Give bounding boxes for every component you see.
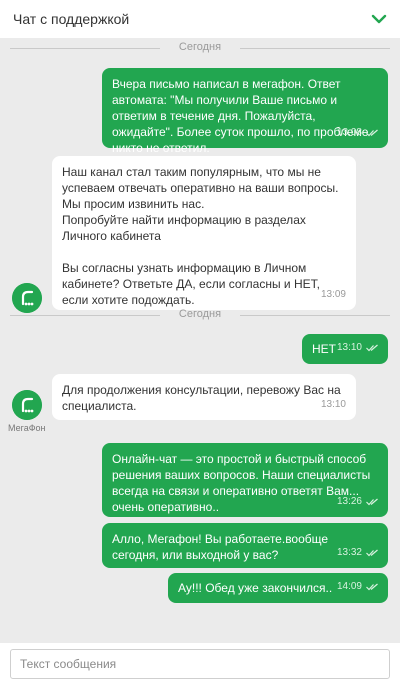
message-bubble-outgoing: Алло, Мегафон! Вы работаете.вообще сегод… bbox=[102, 523, 388, 568]
message-meta: 13:08 bbox=[337, 125, 378, 141]
message-time: 14:09 bbox=[336, 581, 362, 592]
message-time: 13:09 bbox=[320, 289, 346, 300]
date-separator-label: Сегодня bbox=[178, 308, 222, 320]
message-text: Вчера письмо написал в мегафон. Ответ ав… bbox=[112, 77, 369, 155]
message-meta: 14:09 bbox=[337, 579, 378, 595]
message-time: 13:10 bbox=[336, 342, 362, 353]
double-check-icon bbox=[366, 498, 378, 506]
double-check-icon bbox=[366, 583, 378, 591]
chat-header[interactable]: Чат с поддержкой bbox=[0, 0, 400, 38]
message-bubble-incoming: Наш канал стал таким популярным, что мы … bbox=[52, 156, 356, 310]
double-check-icon bbox=[366, 549, 378, 557]
message-bubble-outgoing: НЕТ 13:10 bbox=[302, 334, 388, 364]
message-text: Наш канал стал таким популярным, что мы … bbox=[62, 165, 339, 307]
message-time: 13:32 bbox=[336, 547, 362, 558]
chat-title: Чат с поддержкой bbox=[13, 11, 130, 27]
message-input[interactable] bbox=[10, 649, 390, 679]
chat-history[interactable]: Сегодня Вчера письмо написал в мегафон. … bbox=[0, 38, 400, 638]
message-meta: 13:26 bbox=[337, 494, 378, 510]
date-separator-label: Сегодня bbox=[178, 41, 222, 53]
message-meta: 13:10 bbox=[337, 340, 378, 356]
avatar-caption: МегаФон bbox=[8, 423, 46, 433]
date-separator: Сегодня bbox=[0, 41, 400, 55]
message-bubble-outgoing: Ау!!! Обед уже закончился.. 14:09 bbox=[168, 573, 388, 603]
message-bubble-outgoing: Онлайн-чат — это простой и быстрый спосо… bbox=[102, 443, 388, 517]
double-check-icon bbox=[366, 344, 378, 352]
date-separator: Сегодня bbox=[0, 308, 400, 322]
message-meta: 13:32 bbox=[337, 545, 378, 561]
message-bubble-outgoing: Вчера письмо написал в мегафон. Ответ ав… bbox=[102, 68, 388, 155]
message-time: 13:10 bbox=[320, 399, 346, 410]
megafon-logo-icon bbox=[12, 390, 42, 420]
message-text: Для продолжения консультации, перевожу В… bbox=[62, 383, 341, 413]
chevron-down-icon[interactable] bbox=[370, 10, 388, 28]
message-time: 13:08 bbox=[336, 127, 362, 138]
message-composer bbox=[0, 643, 400, 683]
message-time: 13:26 bbox=[336, 496, 362, 507]
message-meta: 13:10 bbox=[321, 397, 346, 413]
message-bubble-incoming: Для продолжения консультации, перевожу В… bbox=[52, 374, 356, 420]
double-check-icon bbox=[366, 129, 378, 137]
message-meta: 13:09 bbox=[321, 287, 346, 303]
